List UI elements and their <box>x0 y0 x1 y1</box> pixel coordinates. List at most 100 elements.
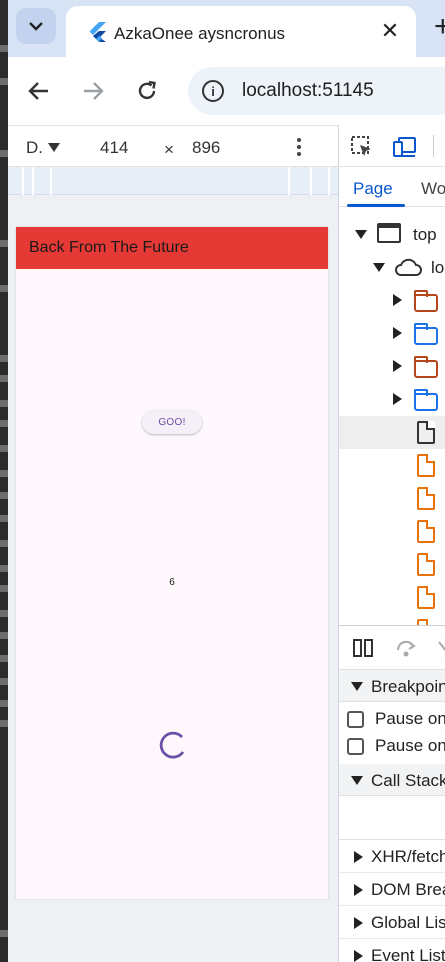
collapsed-arrow-icon[interactable] <box>354 884 363 896</box>
tree-item-top[interactable]: top <box>339 218 445 251</box>
file-icon <box>417 586 435 609</box>
device-toolbar: D. 414 × 896 <box>8 125 338 167</box>
call-stack-section-header[interactable]: Call Stack <box>339 764 445 796</box>
arrow-right-icon <box>84 82 104 100</box>
arrow-left-icon <box>28 82 48 100</box>
pause-uncaught-label: Pause on <box>375 709 445 728</box>
folder-icon <box>414 356 438 378</box>
site-info-icon[interactable]: i <box>202 80 224 102</box>
inspect-element-icon[interactable] <box>351 136 373 158</box>
address-bar[interactable]: i localhost:51145 <box>188 67 445 115</box>
loading-spinner-icon <box>159 731 185 759</box>
tree-file[interactable] <box>339 482 445 515</box>
device-toggle-icon[interactable] <box>393 136 417 158</box>
flutter-app-screen: Back From The Future GOO! 6 <box>16 227 328 899</box>
toolbar-divider <box>433 135 434 157</box>
chevron-down-icon <box>29 22 43 31</box>
file-icon <box>417 553 435 576</box>
tree-file[interactable] <box>339 548 445 581</box>
tree-file[interactable] <box>339 614 445 625</box>
collapsed-arrow-icon[interactable] <box>393 327 402 339</box>
tree-file[interactable] <box>339 449 445 482</box>
close-tab-icon[interactable]: ✕ <box>378 18 402 43</box>
xhr-breakpoints-label: XHR/fetch <box>371 847 445 866</box>
global-listeners-label: Global Lis <box>371 913 445 932</box>
expand-arrow-icon[interactable] <box>351 682 363 691</box>
tab-title: AzkaOnee aysncronus <box>114 24 286 43</box>
url-text: localhost:51145 <box>242 80 374 101</box>
new-tab-button[interactable]: + <box>434 12 445 42</box>
breakpoints-label: Breakpoin <box>371 677 445 696</box>
tab-workspace[interactable]: Wo <box>421 179 445 199</box>
step-into-icon[interactable] <box>437 640 445 656</box>
pause-caught-label: Pause on <box>375 736 445 755</box>
debugger-pane: Breakpoin Pause on Pause on Call Stack X… <box>338 625 445 962</box>
tree-file[interactable] <box>339 515 445 548</box>
pause-resume-icon[interactable] <box>353 639 373 657</box>
collapsed-arrow-icon[interactable] <box>354 950 363 962</box>
tree-file-selected[interactable] <box>339 416 445 449</box>
tree-folder[interactable] <box>339 317 445 350</box>
browser-tab-active[interactable]: AzkaOnee aysncronus ✕ <box>66 6 416 57</box>
tree-item-origin[interactable]: lo <box>339 251 445 284</box>
collapsed-arrow-icon[interactable] <box>393 294 402 306</box>
collapsed-arrow-icon[interactable] <box>354 851 363 863</box>
app-bar: Back From The Future <box>16 227 328 269</box>
expand-arrow-icon[interactable] <box>373 263 385 272</box>
tree-file[interactable] <box>339 581 445 614</box>
reload-button[interactable] <box>133 77 161 105</box>
event-listeners-row[interactable]: Event List <box>339 939 445 962</box>
more-options-icon[interactable] <box>296 138 302 156</box>
goo-button[interactable]: GOO! <box>142 410 202 434</box>
forward-button[interactable] <box>79 77 107 105</box>
pause-uncaught-row[interactable]: Pause on <box>339 706 445 732</box>
file-icon <box>417 421 435 444</box>
folder-icon <box>414 290 438 312</box>
browser-toolbar: i localhost:51145 <box>8 57 445 125</box>
file-icon <box>417 454 435 477</box>
background-window-strip <box>0 0 8 962</box>
pause-caught-row[interactable]: Pause on <box>339 733 445 759</box>
tree-folder[interactable] <box>339 383 445 416</box>
file-icon <box>417 487 435 510</box>
tree-folder[interactable] <box>339 350 445 383</box>
cloud-icon <box>395 258 422 276</box>
sources-sub-tabs: Page Wo <box>338 167 445 207</box>
collapsed-arrow-icon[interactable] <box>354 917 363 929</box>
tree-label-top: top <box>413 225 437 244</box>
app-bar-title: Back From The Future <box>29 239 189 256</box>
tab-page[interactable]: Page <box>353 179 393 199</box>
flutter-logo-icon <box>89 22 106 42</box>
tab-search-button[interactable] <box>16 8 56 44</box>
browser-tab-strip: AzkaOnee aysncronus ✕ + <box>8 0 445 57</box>
pause-caught-checkbox[interactable] <box>347 738 364 755</box>
expand-arrow-icon[interactable] <box>355 230 367 239</box>
folder-icon <box>414 389 438 411</box>
event-listeners-label: Event List <box>371 946 445 962</box>
tree-folder[interactable] <box>339 284 445 317</box>
viewport-height[interactable]: 896 <box>192 138 220 158</box>
device-select[interactable]: D. <box>26 138 43 158</box>
expand-arrow-icon[interactable] <box>351 776 363 785</box>
collapsed-arrow-icon[interactable] <box>393 393 402 405</box>
debugger-toolbar <box>339 626 445 670</box>
dimension-separator: × <box>164 140 174 159</box>
dom-breakpoints-row[interactable]: DOM Brea <box>339 873 445 906</box>
collapsed-arrow-icon[interactable] <box>393 360 402 372</box>
breakpoints-section-header[interactable]: Breakpoin <box>339 670 445 702</box>
back-button[interactable] <box>25 77 53 105</box>
xhr-breakpoints-row[interactable]: XHR/fetch <box>339 840 445 873</box>
global-listeners-row[interactable]: Global Lis <box>339 906 445 939</box>
reload-icon <box>138 80 156 100</box>
dom-breakpoints-label: DOM Brea <box>371 880 445 899</box>
step-over-icon[interactable] <box>395 638 417 658</box>
pause-uncaught-checkbox[interactable] <box>347 711 364 728</box>
devtools-toolbar <box>338 125 445 167</box>
viewport-width[interactable]: 414 <box>100 138 128 158</box>
tree-label-origin: lo <box>431 258 445 277</box>
sources-file-tree: top lo <box>338 207 445 625</box>
folder-icon <box>414 323 438 345</box>
call-stack-label: Call Stack <box>371 771 445 790</box>
dropdown-arrow-icon[interactable] <box>48 143 60 152</box>
file-icon <box>417 520 435 543</box>
